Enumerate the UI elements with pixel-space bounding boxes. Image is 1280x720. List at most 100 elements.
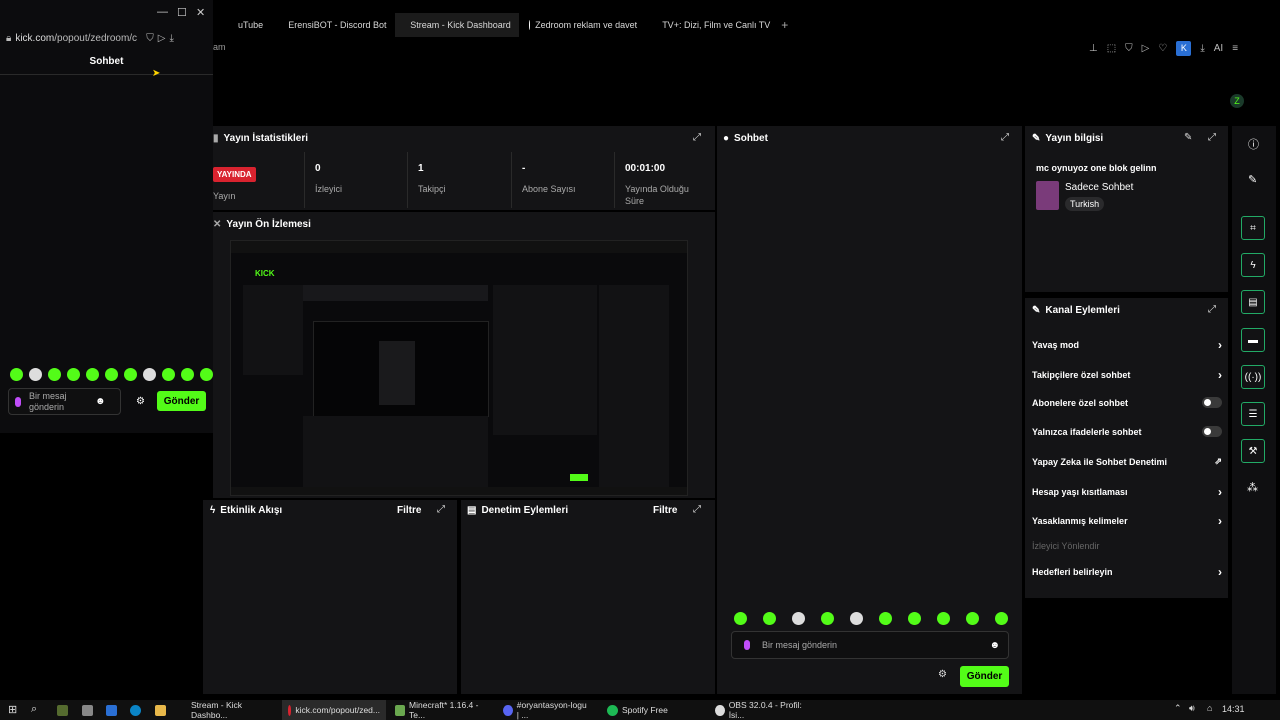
- emote-icon[interactable]: [48, 368, 61, 381]
- windows-start-icon[interactable]: ⊞: [8, 703, 17, 716]
- minimize-icon[interactable]: —: [157, 6, 168, 18]
- emote-icon[interactable]: [734, 612, 747, 625]
- subscribers-only-toggle[interactable]: [1202, 397, 1222, 408]
- network-icon[interactable]: ⌂: [1207, 703, 1212, 713]
- emote-icon[interactable]: [937, 612, 950, 625]
- set-goals-row[interactable]: Hedefleri belirleyin ›: [1032, 565, 1222, 579]
- maximize-icon[interactable]: ☐: [177, 6, 187, 19]
- pencil-icon[interactable]: ✎: [1248, 173, 1257, 186]
- taskbar-item[interactable]: #oryantasyon-logu | ...: [497, 700, 597, 720]
- taskbar-item-active[interactable]: kick.com/popout/zed...: [282, 700, 386, 720]
- activity-filter-button[interactable]: Filtre: [397, 505, 421, 516]
- chat-send-button[interactable]: Gönder: [960, 666, 1009, 687]
- edge-icon[interactable]: [130, 705, 141, 716]
- stream-preview-video[interactable]: KICK: [230, 240, 688, 496]
- profile-avatar[interactable]: K: [1176, 40, 1192, 56]
- app-icon[interactable]: [82, 705, 93, 716]
- slow-mode-row[interactable]: Yavaş mod ›: [1032, 338, 1222, 352]
- emote-icon[interactable]: [10, 368, 23, 381]
- taskbar-item[interactable]: Spotify Free: [601, 700, 701, 720]
- taskbar-item[interactable]: Minecraft* 1.16.4 - Te...: [389, 700, 495, 720]
- chat-settings-icon[interactable]: ⚙: [938, 669, 947, 680]
- shield-icon[interactable]: ⛉: [1125, 43, 1133, 54]
- emotes-only-toggle[interactable]: [1202, 426, 1222, 437]
- browser-tab[interactable]: uTube: [213, 13, 273, 37]
- browser-tab[interactable]: TV+: Dizi, Film ve Canlı TV: [647, 13, 775, 37]
- followers-only-row[interactable]: Takipçilere özel sohbet ›: [1032, 368, 1222, 382]
- menu-icon[interactable]: ≡: [1232, 43, 1238, 54]
- expand-icon[interactable]: ⤢: [693, 132, 701, 143]
- emote-icon[interactable]: [181, 368, 194, 381]
- shield-icon[interactable]: ⛉: [146, 33, 154, 44]
- ai-button[interactable]: AI: [1214, 43, 1223, 54]
- close-icon[interactable]: ✕: [213, 219, 221, 230]
- account-age-row[interactable]: Hesap yaşı kısıtlaması ›: [1032, 485, 1222, 499]
- emote-icon[interactable]: [162, 368, 175, 381]
- microphone-icon[interactable]: [744, 640, 750, 650]
- emote-icon[interactable]: [908, 612, 921, 625]
- expand-icon[interactable]: ⤢: [1208, 304, 1216, 315]
- popout-chat-input[interactable]: Bir mesaj gönderin ☻: [8, 388, 121, 415]
- emote-icon[interactable]: [792, 612, 805, 625]
- emoji-icon[interactable]: ☻: [989, 640, 1000, 651]
- app-icon[interactable]: [106, 705, 117, 716]
- clock[interactable]: 14:31: [1222, 704, 1245, 714]
- banned-words-row[interactable]: Yasaklanmış kelimeler ›: [1032, 514, 1222, 528]
- folder-icon[interactable]: [155, 705, 166, 716]
- screenshot-icon[interactable]: ⬚: [1107, 43, 1116, 54]
- play-icon[interactable]: ▷: [158, 33, 166, 44]
- emote-icon[interactable]: [124, 368, 137, 381]
- chat-settings-icon[interactable]: ⚙: [136, 396, 145, 407]
- emote-icon[interactable]: [966, 612, 979, 625]
- emote-icon[interactable]: [763, 612, 776, 625]
- address-bar[interactable]: 🔒︎ kick.com/popout/zedroom/c ⛉ ▷ ⤓: [6, 30, 211, 46]
- heart-icon[interactable]: ♡: [1158, 43, 1167, 54]
- expand-icon[interactable]: ⤢: [693, 504, 701, 515]
- emote-icon[interactable]: [850, 612, 863, 625]
- download-icon[interactable]: ⤓: [169, 33, 173, 44]
- emote-icon[interactable]: [821, 612, 834, 625]
- chat-input[interactable]: Bir mesaj gönderin ☻: [731, 631, 1009, 659]
- popout-send-button[interactable]: Gönder: [157, 391, 206, 411]
- edit-icon[interactable]: ✎: [1184, 132, 1192, 143]
- layout-button[interactable]: ☰: [1241, 402, 1265, 426]
- chat-button[interactable]: ▬: [1241, 328, 1265, 352]
- chevron-up-icon[interactable]: ⌃: [1174, 703, 1182, 714]
- lightning-button[interactable]: ϟ: [1241, 253, 1265, 277]
- info-icon[interactable]: ⓘ: [1248, 136, 1259, 152]
- expand-icon[interactable]: ⤢: [437, 504, 445, 515]
- microphone-icon[interactable]: [15, 396, 21, 407]
- notes-button[interactable]: ▤: [1241, 290, 1265, 314]
- emote-icon[interactable]: [879, 612, 892, 625]
- moderation-filter-button[interactable]: Filtre: [653, 505, 677, 516]
- play-icon[interactable]: ▷: [1142, 43, 1150, 54]
- volume-icon[interactable]: 🔊︎: [1189, 703, 1195, 714]
- emote-icon[interactable]: [86, 368, 99, 381]
- close-icon[interactable]: ✕: [196, 6, 205, 19]
- minecraft-icon[interactable]: [57, 705, 68, 716]
- emote-icon[interactable]: [105, 368, 118, 381]
- broadcast-button[interactable]: ((·)): [1241, 365, 1265, 389]
- search-icon[interactable]: ⌕: [31, 703, 37, 716]
- browser-tab[interactable]: ErensiBOT - Discord Bot: [273, 13, 395, 37]
- emote-icon[interactable]: [29, 368, 42, 381]
- ai-moderation-row[interactable]: Yapay Zeka ile Sohbet Denetimi ⇗: [1032, 456, 1222, 467]
- emote-icon[interactable]: [200, 368, 213, 381]
- new-tab-button[interactable]: +: [775, 13, 794, 37]
- expand-icon[interactable]: ⤢: [1001, 132, 1009, 143]
- extension-icon[interactable]: Z: [1230, 94, 1244, 108]
- expand-icon[interactable]: ⤢: [1208, 132, 1216, 143]
- emoji-icon[interactable]: ☻: [95, 396, 106, 407]
- taskbar-item[interactable]: OBS 32.0.4 - Profil: İsi...: [709, 700, 815, 720]
- shapes-icon[interactable]: ⁂: [1247, 481, 1258, 494]
- emote-icon[interactable]: [995, 612, 1008, 625]
- browser-tab[interactable]: Zedroom reklam ve davet: [519, 13, 647, 37]
- taskbar-item[interactable]: Stream - Kick Dashbo...: [185, 700, 279, 720]
- pin-icon[interactable]: ⊥: [1089, 43, 1098, 54]
- tools-button[interactable]: ⚒: [1241, 439, 1265, 463]
- screen-capture-button[interactable]: ⌗: [1241, 216, 1265, 240]
- browser-tab-active[interactable]: Stream - Kick Dashboard: [395, 13, 520, 37]
- download-icon[interactable]: ⤓: [1200, 43, 1204, 54]
- emote-icon[interactable]: [67, 368, 80, 381]
- emote-icon[interactable]: [143, 368, 156, 381]
